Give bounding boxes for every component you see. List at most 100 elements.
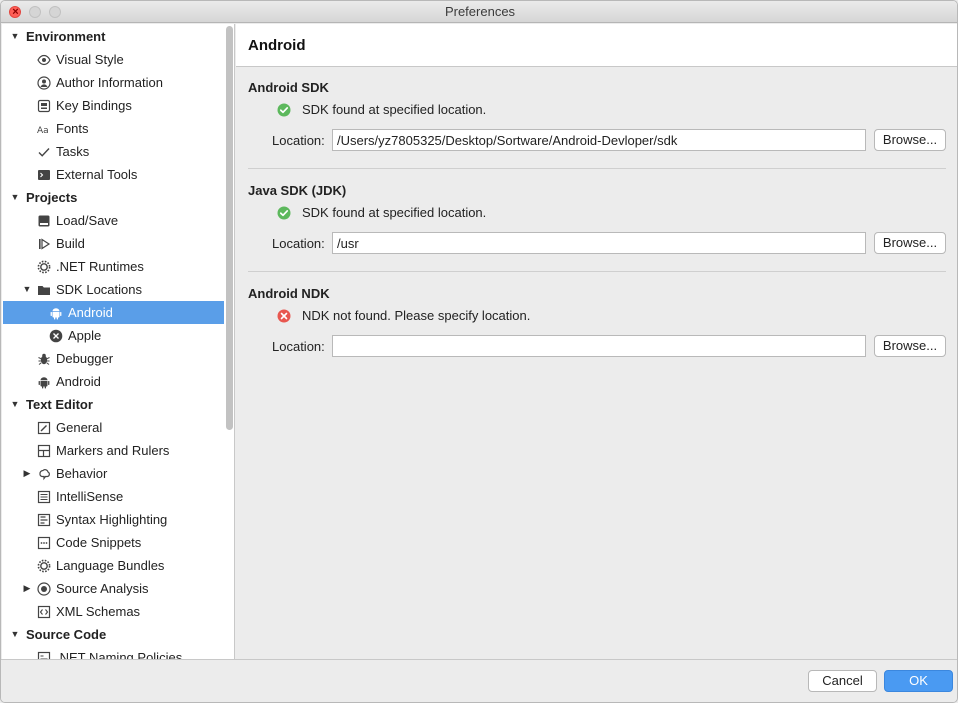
page-title: Android: [248, 37, 306, 54]
error-circle-icon: [277, 309, 291, 323]
location-label: Location:: [272, 236, 325, 251]
sidebar-item-xml-schemas[interactable]: XML Schemas: [3, 600, 224, 623]
location-label: Location:: [272, 339, 325, 354]
checkmark-icon: [38, 148, 50, 157]
jdk-status: SDK found at specified location.: [277, 205, 877, 221]
preferences-window: × Preferences ▼ Environment Visual Style Au…: [0, 0, 958, 703]
panel-header: Android: [236, 24, 957, 67]
sidebar-group-projects[interactable]: ▼ Projects: [3, 186, 224, 209]
sidebar-item-build[interactable]: Build: [3, 232, 224, 255]
sidebar-group-environment[interactable]: ▼ Environment: [3, 25, 224, 48]
sidebar-item-source-analysis[interactable]: ▶ Source Analysis: [3, 577, 224, 600]
sidebar-group-text-editor[interactable]: ▼ Text Editor: [3, 393, 224, 416]
ok-button[interactable]: OK: [884, 670, 953, 692]
cancel-button[interactable]: Cancel: [808, 670, 877, 692]
section-title: Android SDK: [248, 80, 329, 95]
sidebar-item-author-information[interactable]: Author Information: [3, 71, 224, 94]
disclosure-expanded-icon[interactable]: ▼: [21, 278, 33, 301]
sidebar-item-label: XML Schemas: [56, 604, 141, 619]
bug-icon: [38, 353, 50, 365]
sidebar-item-android[interactable]: Android: [3, 301, 224, 324]
sidebar-item-apple[interactable]: Apple: [3, 324, 224, 347]
sidebar-item-label: Code Snippets: [56, 535, 142, 550]
disclosure-collapsed-icon[interactable]: ▶: [21, 577, 33, 600]
titlebar: × Preferences: [1, 1, 957, 23]
sidebar-item-label: .NET Naming Policies: [56, 650, 183, 659]
sidebar-item-net-runtimes[interactable]: .NET Runtimes: [3, 255, 224, 278]
sidebar-item-net-naming-policies[interactable]: .NET Naming Policies: [3, 646, 224, 659]
sidebar-item-syntax-highlighting[interactable]: Syntax Highlighting: [3, 508, 224, 531]
svg-text:Aa: Aa: [37, 126, 49, 136]
sidebar-item-sdk-locations[interactable]: ▼ SDK Locations: [3, 278, 224, 301]
sidebar-item-intellisense[interactable]: IntelliSense: [3, 485, 224, 508]
snippet-icon: [37, 536, 51, 550]
location-label: Location:: [272, 133, 325, 148]
disclosure-collapsed-icon[interactable]: ▶: [21, 462, 33, 485]
sidebar-scrollbar[interactable]: [226, 26, 233, 656]
sidebar-item-label: Visual Style: [56, 52, 124, 67]
terminal-icon: [38, 170, 50, 180]
sidebar-item-label: Behavior: [56, 466, 108, 481]
sidebar-item-label: Key Bindings: [56, 98, 132, 113]
sidebar-item-label: Source Code: [26, 627, 107, 642]
sidebar-item-label: IntelliSense: [56, 489, 124, 504]
android-sdk-location-input[interactable]: [332, 129, 866, 151]
sidebar-item-debugger[interactable]: Debugger: [3, 347, 224, 370]
person-circle-icon: [37, 76, 51, 90]
sidebar-item-external-tools[interactable]: External Tools: [3, 163, 224, 186]
ndk-location-input[interactable]: [332, 335, 866, 357]
sidebar-item-markers-and-rulers[interactable]: Markers and Rulers: [3, 439, 224, 462]
disclosure-expanded-icon[interactable]: ▼: [9, 25, 21, 48]
sidebar-item-code-snippets[interactable]: Code Snippets: [3, 531, 224, 554]
edit-icon: [37, 421, 51, 435]
sidebar-item-label: Projects: [26, 190, 78, 205]
jdk-location-input[interactable]: [332, 232, 866, 254]
sidebar-item-label: Environment: [26, 29, 106, 44]
folder-icon: [38, 286, 50, 295]
disclosure-expanded-icon[interactable]: ▼: [9, 623, 21, 646]
xml-icon: [37, 605, 51, 619]
disclosure-expanded-icon[interactable]: ▼: [9, 186, 21, 209]
sidebar-item-language-bundles[interactable]: Language Bundles: [3, 554, 224, 577]
sidebar-item-label: Source Analysis: [56, 581, 149, 596]
sidebar-item-label: Apple: [68, 328, 102, 343]
sidebar-item-label: Text Editor: [26, 397, 93, 412]
section-divider: [248, 168, 946, 169]
sidebar-item-android[interactable]: Android: [3, 370, 224, 393]
ndk-browse-button[interactable]: Browse...: [874, 335, 946, 357]
sidebar-item-general[interactable]: General: [3, 416, 224, 439]
status-text: SDK found at specified location.: [302, 205, 487, 220]
sidebar-item-label: Android: [68, 305, 113, 320]
sidebar-item-label: Android: [56, 374, 101, 389]
section-divider: [248, 271, 946, 272]
status-text: NDK not found. Please specify location.: [302, 308, 531, 323]
sidebar-item-behavior[interactable]: ▶ Behavior: [3, 462, 224, 485]
list-icon: [37, 490, 51, 504]
sidebar-item-tasks[interactable]: Tasks: [3, 140, 224, 163]
check-circle-icon: [277, 103, 291, 117]
gear-icon: [37, 260, 51, 274]
brain-icon: [39, 469, 50, 481]
sidebar-item-label: Author Information: [56, 75, 163, 90]
sidebar-item-load-save[interactable]: Load/Save: [3, 209, 224, 232]
sidebar-item-fonts[interactable]: Aa Fonts: [3, 117, 224, 140]
sidebar-item-label: Tasks: [56, 144, 90, 159]
sidebar-item-label: Markers and Rulers: [56, 443, 170, 458]
sidebar-item-visual-style[interactable]: Visual Style: [3, 48, 224, 71]
section-title: Java SDK (JDK): [248, 183, 347, 198]
eye-icon: [37, 54, 51, 66]
sidebar-group-source-code[interactable]: ▼ Source Code: [3, 623, 224, 646]
android-sdk-browse-button[interactable]: Browse...: [874, 129, 946, 151]
sidebar-scrollbar-thumb[interactable]: [226, 26, 233, 430]
build-icon: [39, 238, 51, 250]
sidebar-item-label: Build: [56, 236, 85, 251]
sidebar-item-label: External Tools: [56, 167, 138, 182]
sidebar-item-label: Syntax Highlighting: [56, 512, 168, 527]
android-icon: [38, 377, 50, 389]
disclosure-expanded-icon[interactable]: ▼: [9, 393, 21, 416]
font-icon: Aa: [37, 126, 49, 136]
jdk-browse-button[interactable]: Browse...: [874, 232, 946, 254]
main-panel: Android Android SDK SDK found at specifi…: [236, 24, 957, 659]
dialog-footer: Cancel OK: [1, 659, 957, 702]
sidebar-item-key-bindings[interactable]: Key Bindings: [3, 94, 224, 117]
